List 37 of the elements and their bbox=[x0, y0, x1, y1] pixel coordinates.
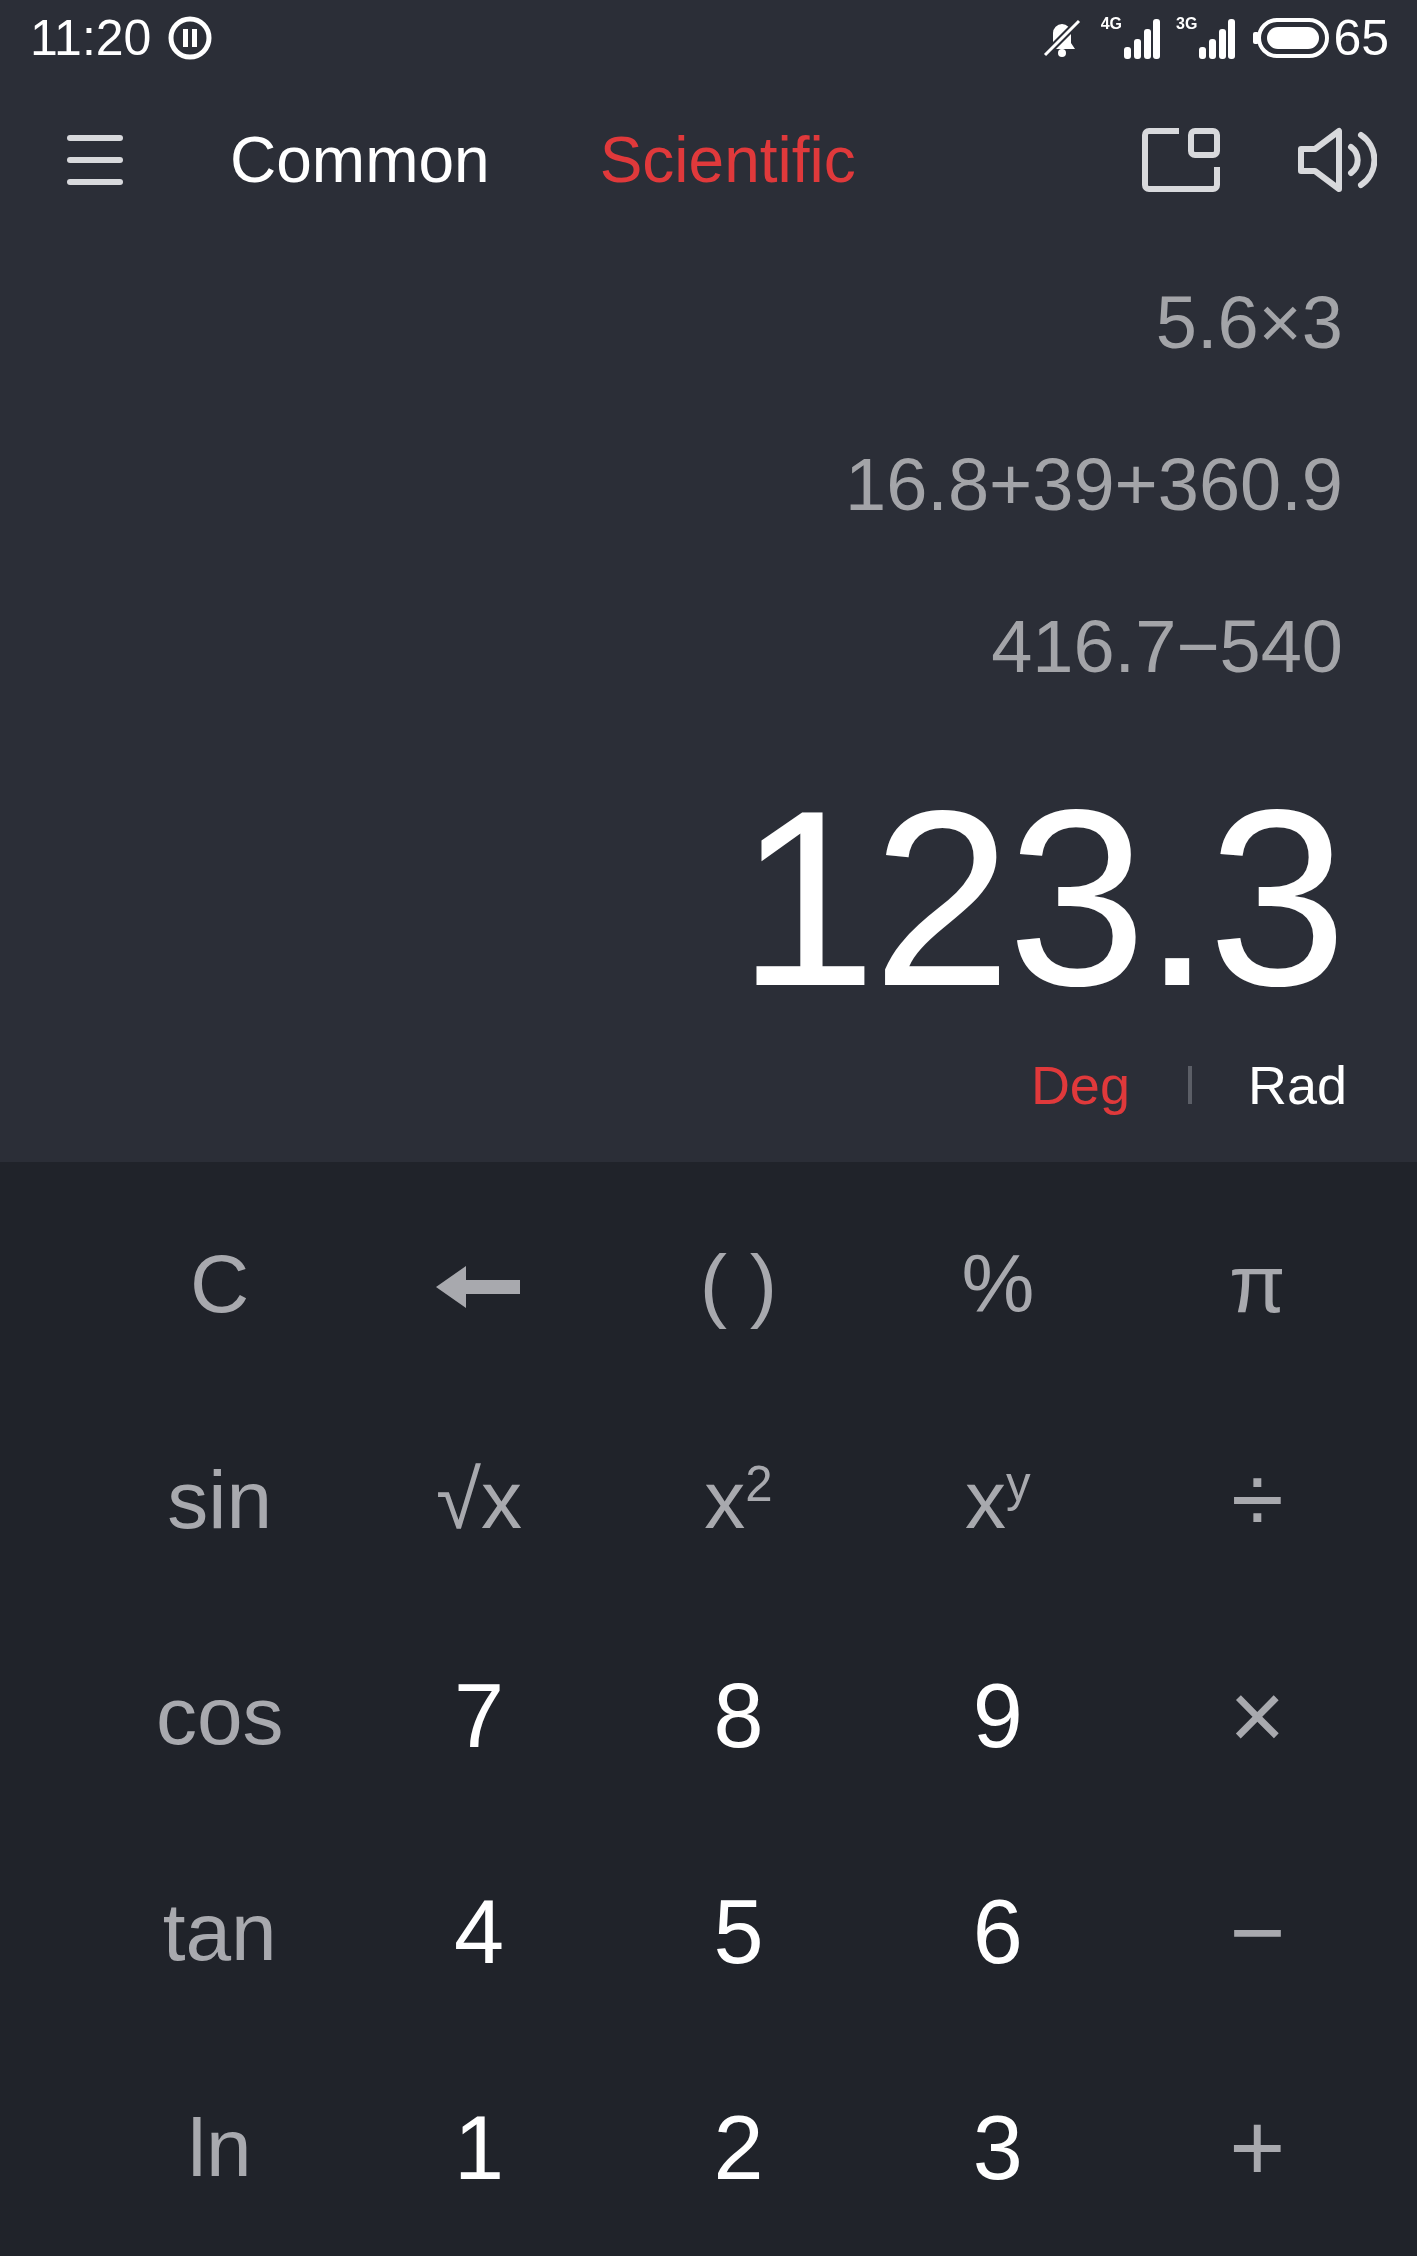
function-key[interactable]: C bbox=[180, 1243, 260, 1325]
history-expression[interactable]: 16.8+39+360.9 bbox=[845, 403, 1343, 566]
operator-key[interactable]: − bbox=[1219, 1884, 1296, 1980]
history-expression[interactable]: 416.7−540 bbox=[991, 565, 1343, 728]
digit-key[interactable]: 7 bbox=[444, 1671, 515, 1761]
operator-key[interactable]: × bbox=[1219, 1668, 1296, 1764]
network-type: 4G bbox=[1100, 15, 1123, 34]
function-key[interactable]: cos bbox=[145, 1675, 294, 1757]
digit-key[interactable]: 3 bbox=[962, 2103, 1033, 2193]
mode-tab[interactable]: Common bbox=[230, 123, 490, 198]
function-key[interactable]: x$^{y}$ bbox=[955, 1459, 1041, 1541]
history-expression[interactable]: 5.6×3 bbox=[1155, 241, 1343, 404]
function-key[interactable]: sin bbox=[157, 1459, 283, 1541]
battery-level: 65 bbox=[1333, 9, 1389, 68]
battery-icon bbox=[1251, 16, 1330, 61]
function-key[interactable]: % bbox=[951, 1243, 1045, 1325]
speaker-icon[interactable] bbox=[1297, 127, 1377, 194]
function-key[interactable]: tan bbox=[152, 1891, 287, 1973]
window-icon[interactable] bbox=[1141, 127, 1221, 194]
pause-icon bbox=[167, 15, 214, 62]
function-key[interactable]: x$^{2}$ bbox=[694, 1459, 783, 1541]
digit-key[interactable]: 2 bbox=[703, 2103, 774, 2193]
digit-key[interactable]: 5 bbox=[703, 1887, 774, 1977]
digit-key[interactable]: 6 bbox=[962, 1887, 1033, 1977]
network-type: 3G bbox=[1176, 15, 1198, 34]
digit-key[interactable]: 1 bbox=[444, 2103, 515, 2193]
function-key[interactable]: √x bbox=[426, 1459, 533, 1541]
digit-key[interactable]: 4 bbox=[444, 1887, 515, 1977]
result-display: 123.3 bbox=[737, 773, 1343, 1024]
status-time: 11:20 bbox=[30, 9, 152, 68]
operator-key[interactable]: ÷ bbox=[1220, 1452, 1294, 1548]
operator-key[interactable]: + bbox=[1219, 2100, 1296, 2196]
digit-key[interactable]: 8 bbox=[703, 1671, 774, 1761]
digit-key[interactable]: 9 bbox=[962, 1671, 1033, 1761]
angle-mode-toggle[interactable]: Rad bbox=[1247, 1053, 1347, 1116]
function-key[interactable]: π bbox=[1219, 1243, 1296, 1325]
function-key[interactable]: ln bbox=[177, 2107, 262, 2189]
